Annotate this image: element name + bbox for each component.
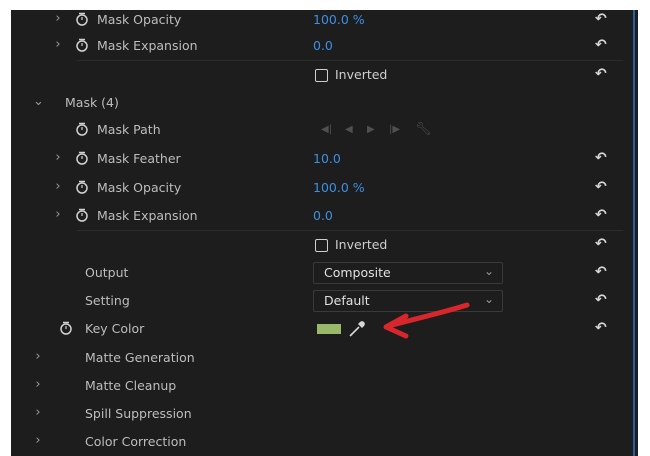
- mask-expansion-value[interactable]: 0.0: [313, 38, 333, 53]
- chevron-right-icon[interactable]: ›: [33, 434, 43, 448]
- mask-group-label: Mask (4): [65, 95, 119, 110]
- chevron-right-icon[interactable]: ›: [53, 38, 63, 52]
- reset-parameter-icon[interactable]: ↶: [595, 38, 607, 52]
- row-mask-feather: › Mask Feather 10.0 ↶: [11, 145, 623, 173]
- track-backward-icon[interactable]: ◀: [345, 124, 353, 135]
- param-label: Mask Opacity: [97, 180, 182, 195]
- group-label: Color Correction: [85, 434, 187, 449]
- chevron-right-icon[interactable]: ›: [33, 378, 43, 392]
- row-mask-opacity-top: › Mask Opacity 100.0 % ↶: [11, 10, 623, 34]
- key-color-label: Key Color: [85, 321, 145, 336]
- reset-parameter-icon[interactable]: ↶: [595, 12, 607, 26]
- output-label: Output: [85, 265, 129, 280]
- param-label: Mask Path: [97, 122, 161, 137]
- effect-controls-panel: › Mask Opacity 100.0 % ↶ › Mask Expansio…: [11, 10, 638, 456]
- reset-parameter-icon[interactable]: ↶: [595, 67, 607, 81]
- mask-opacity-value[interactable]: 100.0 %: [313, 180, 365, 195]
- reset-parameter-icon[interactable]: ↶: [595, 180, 607, 194]
- reset-parameter-icon[interactable]: ↶: [595, 151, 607, 165]
- output-selected: Composite: [324, 265, 391, 280]
- chevron-right-icon[interactable]: ›: [53, 180, 63, 194]
- group-label: Matte Cleanup: [85, 378, 177, 393]
- row-mask-expansion-top: › Mask Expansion 0.0 ↶: [11, 32, 623, 60]
- stopwatch-icon[interactable]: [75, 12, 89, 26]
- stopwatch-icon[interactable]: [75, 38, 89, 52]
- setting-label: Setting: [85, 293, 130, 308]
- stopwatch-icon[interactable]: [75, 122, 89, 136]
- reset-parameter-icon[interactable]: ↶: [595, 293, 607, 307]
- param-label: Mask Feather: [97, 151, 181, 166]
- row-inverted: Inverted ↶: [11, 231, 623, 259]
- inverted-checkbox[interactable]: [315, 69, 328, 82]
- row-matte-cleanup[interactable]: › Matte Cleanup: [11, 372, 623, 400]
- chevron-right-icon[interactable]: ›: [53, 151, 63, 165]
- eyedropper-icon[interactable]: [347, 319, 367, 339]
- group-label: Spill Suppression: [85, 406, 192, 421]
- param-label: Mask Expansion: [97, 208, 198, 223]
- row-key-color: Key Color ↶: [11, 315, 623, 343]
- inverted-label: Inverted: [335, 67, 388, 82]
- wrench-icon[interactable]: 🔧︎: [415, 122, 432, 137]
- chevron-right-icon[interactable]: ›: [53, 208, 63, 222]
- track-forward-one-icon[interactable]: |▶: [389, 124, 400, 135]
- panel-edge-accent: [633, 10, 635, 456]
- stopwatch-icon[interactable]: [75, 208, 89, 222]
- group-label: Matte Generation: [85, 350, 195, 365]
- inverted-checkbox[interactable]: [315, 239, 328, 252]
- stopwatch-icon[interactable]: [75, 180, 89, 194]
- chevron-right-icon[interactable]: ›: [33, 406, 43, 420]
- row-spill-suppression[interactable]: › Spill Suppression: [11, 400, 623, 428]
- chevron-down-icon: ⌄: [483, 264, 494, 278]
- mask-expansion-value[interactable]: 0.0: [313, 208, 333, 223]
- chevron-right-icon[interactable]: ›: [33, 350, 43, 364]
- reset-parameter-icon[interactable]: ↶: [595, 265, 607, 279]
- row-mask-path: Mask Path ◀| ◀ ▶ |▶ 🔧︎: [11, 116, 623, 144]
- key-color-swatch[interactable]: [317, 324, 341, 334]
- inverted-label: Inverted: [335, 237, 388, 252]
- annotation-arrow: [383, 302, 470, 339]
- row-mask-4[interactable]: ⌄ Mask (4): [11, 89, 623, 117]
- row-output: Output Composite ⌄ ↶: [11, 259, 623, 287]
- mask-feather-value[interactable]: 10.0: [313, 151, 341, 166]
- row-mask-expansion: › Mask Expansion 0.0 ↶: [11, 202, 623, 230]
- stopwatch-icon[interactable]: [59, 321, 73, 335]
- track-backward-one-icon[interactable]: ◀|: [321, 124, 332, 135]
- setting-selected: Default: [324, 293, 370, 308]
- reset-parameter-icon[interactable]: ↶: [595, 208, 607, 222]
- row-inverted-top: Inverted ↶: [11, 61, 623, 89]
- reset-parameter-icon[interactable]: ↶: [595, 237, 607, 251]
- stopwatch-icon[interactable]: [75, 151, 89, 165]
- track-forward-icon[interactable]: ▶: [367, 124, 375, 135]
- row-color-correction[interactable]: › Color Correction: [11, 428, 623, 456]
- chevron-down-icon: ⌄: [483, 292, 494, 306]
- chevron-down-icon[interactable]: ⌄: [33, 95, 44, 109]
- row-mask-opacity: › Mask Opacity 100.0 % ↶: [11, 174, 623, 202]
- chevron-right-icon[interactable]: ›: [53, 12, 63, 26]
- row-matte-generation[interactable]: › Matte Generation: [11, 344, 623, 372]
- param-label: Mask Expansion: [97, 38, 198, 53]
- param-label: Mask Opacity: [97, 12, 182, 27]
- row-setting: Setting Default ⌄ ↶: [11, 287, 623, 315]
- output-dropdown[interactable]: Composite ⌄: [313, 262, 503, 284]
- reset-parameter-icon[interactable]: ↶: [595, 321, 607, 335]
- mask-opacity-value[interactable]: 100.0 %: [313, 12, 365, 27]
